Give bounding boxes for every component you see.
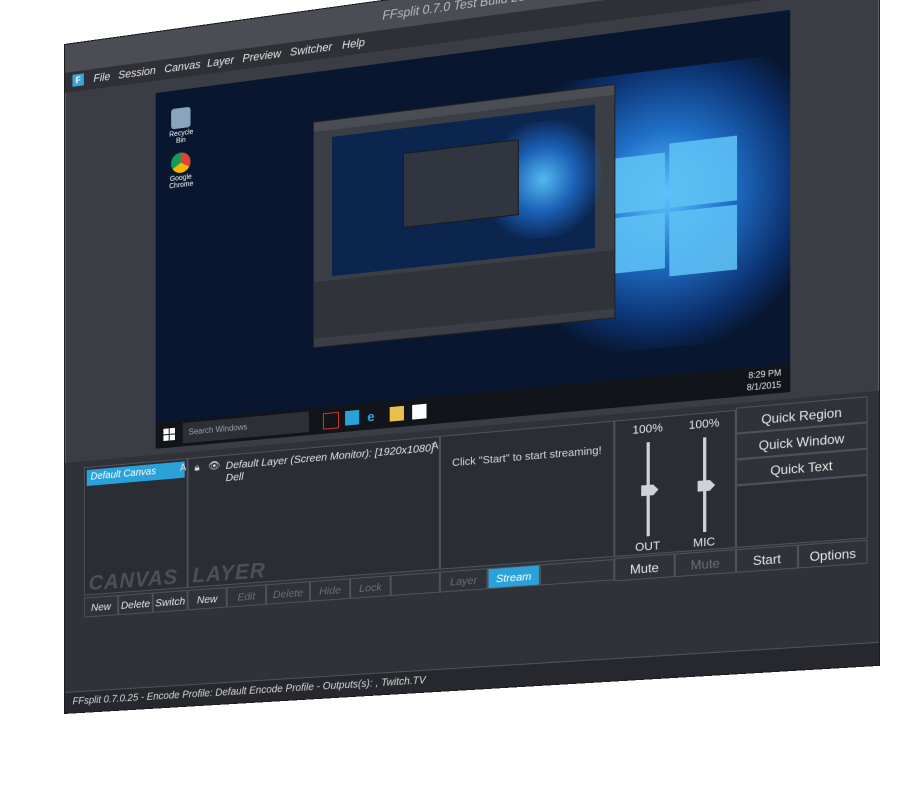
audio-mixer: 100% 100% OUT MIC [614, 410, 736, 557]
desktop-icon-recycle-bin[interactable]: Recycle Bin [169, 106, 192, 145]
taskbar-search-input[interactable]: Search Windows [183, 411, 309, 443]
eye-icon[interactable]: 👁︎ [208, 460, 220, 472]
layer-button-spacer [391, 572, 440, 596]
out-slider-thumb[interactable] [641, 484, 658, 496]
mic-label: MIC [682, 535, 726, 551]
tab-spacer [540, 559, 614, 586]
out-percent: 100% [626, 421, 669, 438]
status-bar: FFsplit 0.7.0.25 - Encode Profile: Defau… [65, 642, 879, 713]
layer-edit-button[interactable]: Edit [227, 584, 266, 607]
menu-canvas[interactable]: Canvas [164, 59, 200, 76]
desktop-icon-label: Google Chrome [169, 174, 193, 191]
menu-layer[interactable]: Layer [207, 54, 234, 70]
layer-delete-button[interactable]: Delete [266, 581, 310, 605]
chrome-icon [171, 151, 190, 174]
desktop-icon-chrome[interactable]: Google Chrome [169, 151, 192, 190]
app-icon-red[interactable] [323, 412, 339, 430]
out-label: OUT [626, 539, 669, 555]
quick-actions-empty [736, 475, 868, 548]
canvas-list[interactable]: Default Canvas CANVAS [84, 458, 188, 595]
layer-list[interactable]: 🔒︎ 👁︎ Default Layer (Screen Monitor): [1… [188, 436, 440, 588]
menu-help[interactable]: Help [342, 37, 365, 52]
layer-lock-button[interactable]: Lock [350, 575, 391, 599]
file-explorer-icon[interactable] [390, 406, 404, 422]
nested-inner-window [403, 139, 519, 228]
lock-icon[interactable]: 🔒︎ [194, 462, 199, 474]
windows-logo-wallpaper [605, 129, 737, 283]
app-window: FFsplit 0.7.0 Test Build 25 ✕ F File Ses… [64, 0, 880, 714]
canvas-switch-button[interactable]: Switch [153, 590, 188, 613]
windows-start-icon[interactable] [163, 428, 175, 441]
tab-stream[interactable]: Stream [488, 564, 540, 589]
canvas-item-default[interactable]: Default Canvas [87, 461, 185, 486]
layer-item-default[interactable]: Default Layer (Screen Monitor): [1920x10… [226, 441, 439, 484]
system-tray: 8:29 PM 8/1/2015 [747, 367, 781, 394]
out-mute-button[interactable]: Mute [614, 554, 674, 582]
clock-date: 8/1/2015 [747, 379, 781, 394]
canvas-new-button[interactable]: New [84, 595, 118, 618]
mic-percent: 100% [682, 416, 726, 433]
app-icon: F [73, 73, 84, 87]
stream-status-panel: Click "Start" to start streaming! [440, 421, 614, 570]
tab-layer[interactable]: Layer [440, 568, 488, 592]
menu-switcher[interactable]: Switcher [290, 41, 332, 59]
scene: FFsplit 0.7.0 Test Build 25 ✕ F File Ses… [0, 0, 900, 797]
canvas-delete-button[interactable]: Delete [118, 593, 153, 616]
mic-mute-button[interactable]: Mute [675, 549, 736, 577]
nested-preview [332, 104, 595, 276]
desktop-icon-label: Recycle Bin [169, 129, 193, 145]
mic-slider-thumb[interactable] [698, 480, 715, 492]
preview-area[interactable]: Recycle Bin Google Chrome Search [156, 10, 791, 449]
edge-icon[interactable]: e [367, 408, 381, 424]
start-button[interactable]: Start [736, 545, 798, 573]
store-icon[interactable] [412, 404, 426, 420]
stream-status-message: Click "Start" to start streaming! [445, 443, 609, 470]
menu-session[interactable]: Session [118, 65, 156, 82]
nested-ffsplit-window [313, 84, 615, 348]
recycle-bin-icon [171, 107, 190, 130]
layer-hide-button[interactable]: Hide [310, 578, 350, 602]
menu-preview[interactable]: Preview [242, 48, 281, 65]
ffsplit-taskbar-icon[interactable] [345, 410, 359, 426]
layer-new-button[interactable]: New [188, 587, 227, 610]
options-button[interactable]: Options [798, 540, 868, 569]
menu-file[interactable]: File [93, 71, 110, 85]
status-bar-text: FFsplit 0.7.0.25 - Encode Profile: Defau… [73, 675, 426, 708]
